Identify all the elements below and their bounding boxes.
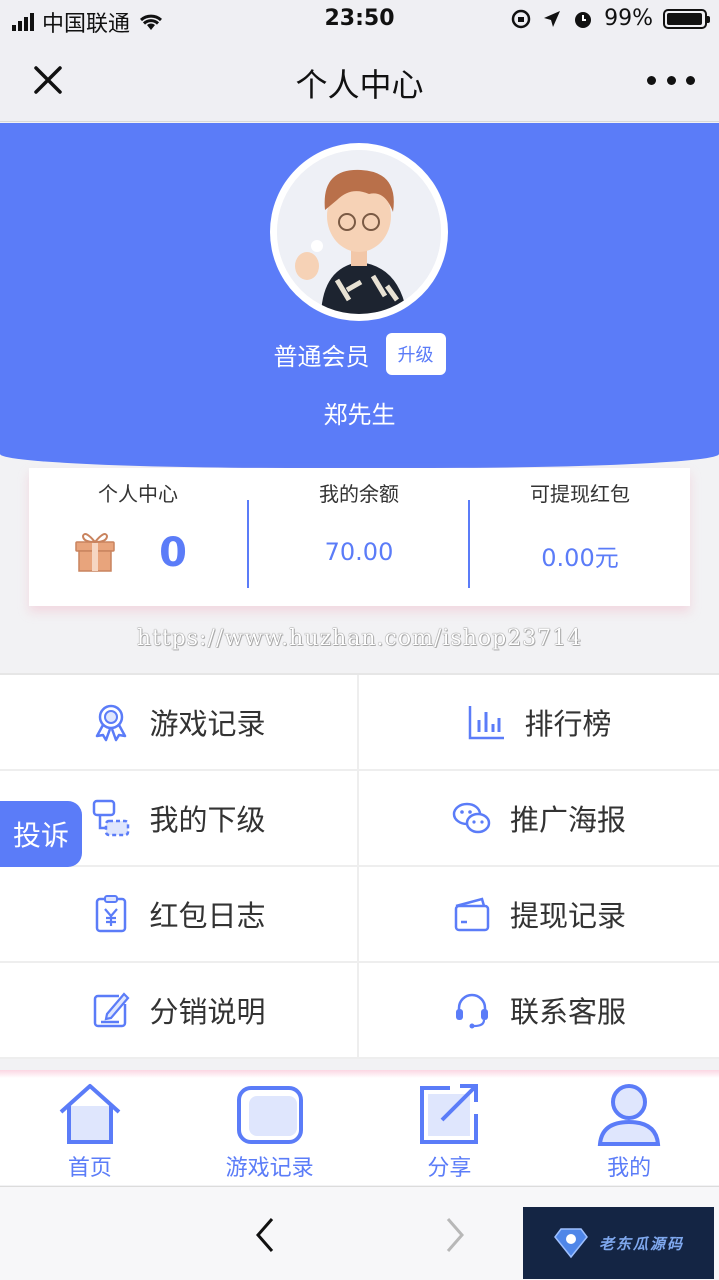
wallet-icon [454,897,490,932]
medal-icon [96,704,127,742]
member-level: 普通会员 [273,342,370,371]
more-icon[interactable] [647,64,695,96]
hierarchy-icon [93,799,130,837]
brand-text: 老东瓜源码 [598,1234,684,1253]
nav-bar: 个人中心 [0,40,719,122]
diamond-icon [554,1228,588,1259]
tab-game-record[interactable]: 游戏记录 [180,1078,360,1185]
avatar[interactable] [277,150,441,314]
menu-label: 我的下级 [149,803,266,837]
bar-chart-icon [469,706,505,740]
stat-value: 70.00 [324,538,394,566]
stat-redpacket[interactable]: 可提现红包 0.00元 [470,468,690,606]
menu-item-redpacket-log[interactable]: 红包日志 [0,867,359,963]
stats-card: 个人中心 0 我的余额 70.00 可提现红包 0.00元 [29,468,690,606]
battery-percent: 99% [604,6,653,31]
menu-label: 游戏记录 [149,707,266,741]
tab-label: 首页 [67,1156,112,1181]
forward-arrow-icon[interactable] [440,1215,470,1255]
upgrade-button[interactable]: 升级 [385,333,446,375]
user-icon [597,1084,661,1146]
menu-item-withdraw-record[interactable]: 提现记录 [359,867,719,963]
page-title: 个人中心 [295,66,424,104]
stat-label: 我的余额 [319,482,399,506]
edit-icon [94,992,130,1028]
tab-label: 游戏记录 [225,1156,314,1181]
wechat-icon [452,802,491,834]
back-arrow-icon[interactable] [250,1215,280,1255]
stat-label: 个人中心 [98,482,178,506]
game-record-icon [236,1086,303,1144]
menu-label: 推广海报 [509,803,626,837]
rotation-lock-icon [511,9,531,28]
tab-home[interactable]: 首页 [0,1078,180,1185]
tab-label: 我的 [607,1156,652,1181]
complaint-button[interactable]: 投诉 [0,801,82,867]
brand-logo: 老东瓜源码 [523,1207,714,1279]
yuan-clipboard-icon [96,895,127,933]
battery-icon [663,8,710,29]
stat-balance[interactable]: 我的余额 70.00 [249,468,469,606]
watermark-url: https://www.huzhan.com/ishop23714 [136,626,583,651]
tab-mine[interactable]: 我的 [539,1078,719,1185]
menu-label: 排行榜 [524,707,612,741]
menu-label: 提现记录 [509,899,626,933]
menu-item-poster[interactable]: 推广海报 [359,771,719,867]
share-icon [420,1084,479,1144]
alarm-icon [575,11,592,28]
browser-toolbar: 老东瓜源码 [0,1186,719,1280]
user-name: 郑先生 [323,401,396,429]
tab-bar: 首页 游戏记录 分享 我的 [0,1078,719,1185]
menu-item-game-record[interactable]: 游戏记录 [0,675,359,771]
status-bar: 中国联通 23:50 99% [0,0,719,40]
headset-icon [455,993,488,1029]
menu-item-ranking[interactable]: 排行榜 [359,675,719,771]
stat-value: 0 [159,530,187,576]
menu-label: 红包日志 [149,899,266,933]
location-icon [544,10,561,27]
menu-label: 分销说明 [149,995,266,1029]
stat-value: 0.00元 [541,544,619,572]
profile-header: 普通会员 升级 郑先生 [0,123,719,468]
menu-item-customer-service[interactable]: 联系客服 [359,963,719,1059]
tab-label: 分享 [427,1156,472,1181]
stat-label: 可提现红包 [530,482,630,506]
stat-points[interactable]: 个人中心 0 [29,468,247,606]
menu-item-distribution-info[interactable]: 分销说明 [0,963,359,1059]
avatar-frame [270,143,448,321]
menu-grid: 游戏记录 排行榜 我的下级 推广海报 红包日志 提现记录 分销说明 联系客服 [0,673,719,1059]
divider [0,1070,719,1078]
tab-share[interactable]: 分享 [360,1078,540,1185]
menu-label: 联系客服 [509,995,626,1029]
home-icon [59,1084,121,1144]
